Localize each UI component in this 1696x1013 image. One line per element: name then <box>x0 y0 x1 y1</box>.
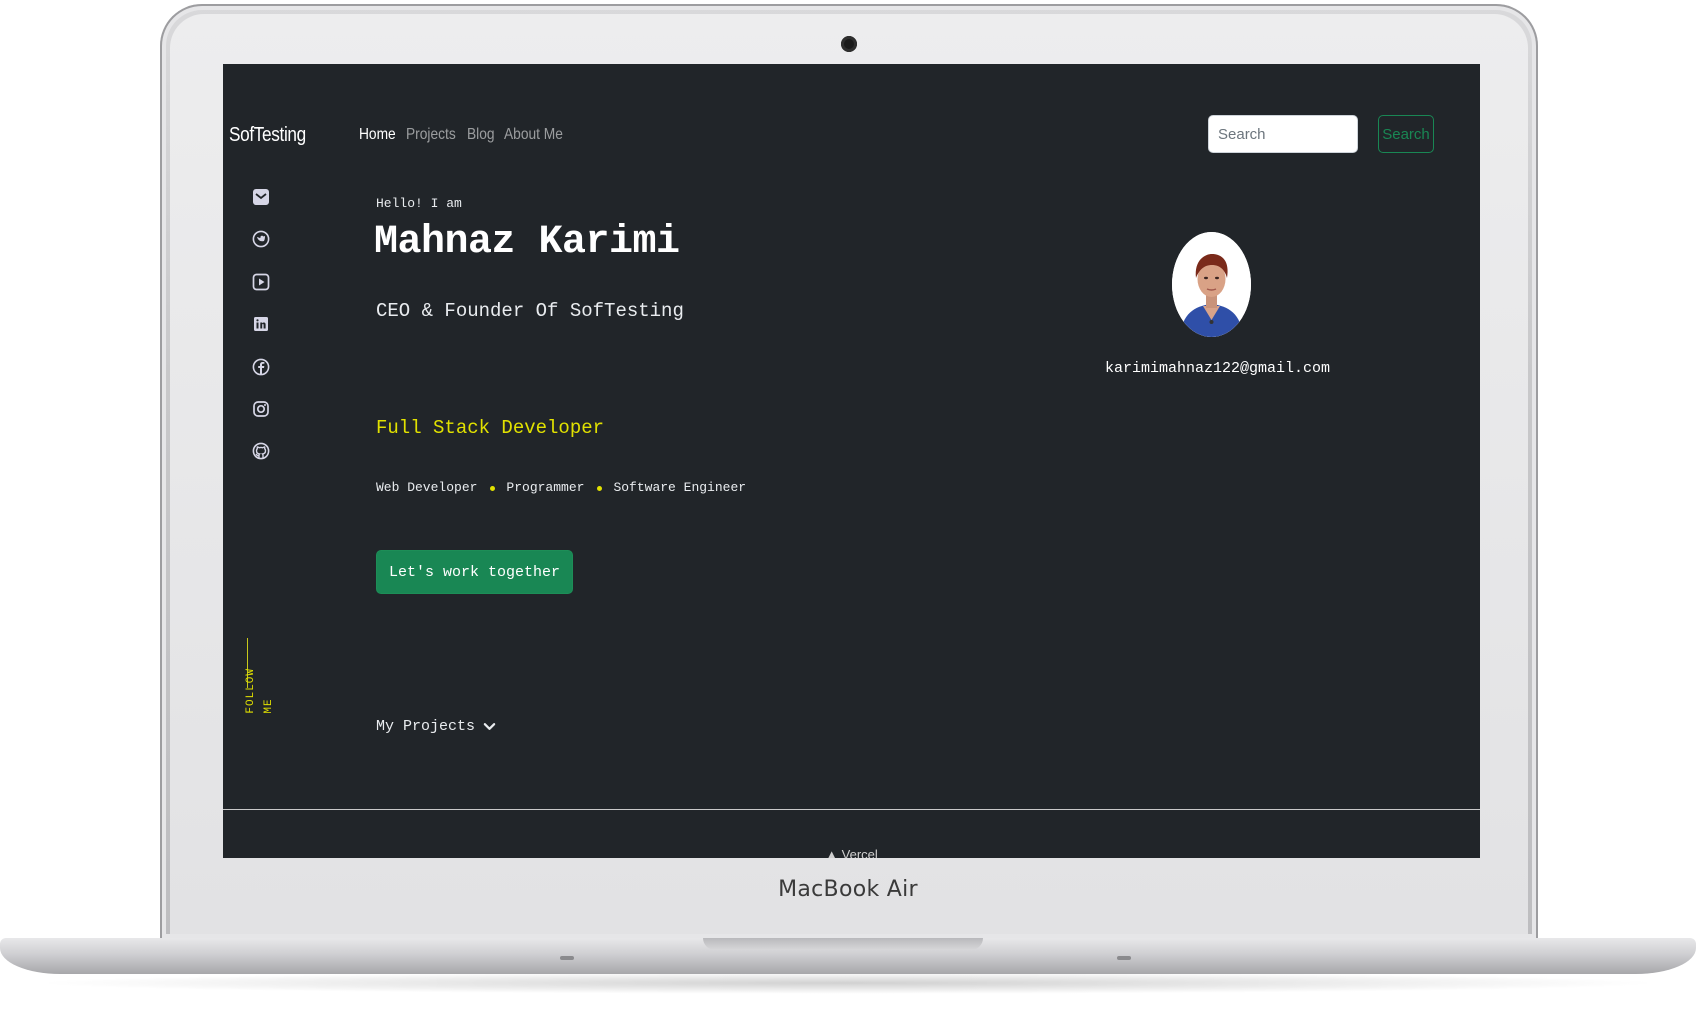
hero-title: CEO & Founder Of SofTesting <box>376 300 684 322</box>
youtube-icon[interactable] <box>252 273 270 291</box>
hero-name: Mahnaz Karimi <box>374 220 680 265</box>
laptop-hinge-notch <box>703 938 983 950</box>
device-label: MacBook Air <box>778 877 918 902</box>
hero-greeting: Hello! I am <box>376 196 462 211</box>
twitter-icon[interactable] <box>252 230 270 248</box>
linkedin-icon[interactable] <box>252 315 270 333</box>
navbar-links: Home Projects Blog About Me <box>359 126 564 144</box>
nav-link-home[interactable]: Home <box>359 126 396 144</box>
nav-link-blog[interactable]: Blog <box>467 126 495 144</box>
bullet-dot <box>490 486 496 491</box>
my-projects-link[interactable]: My Projects <box>376 718 496 735</box>
footer-vercel-badge[interactable]: ▲ Vercel <box>223 847 1480 858</box>
laptop-foot <box>1117 956 1131 960</box>
my-projects-label: My Projects <box>376 718 476 735</box>
facebook-icon[interactable] <box>252 358 270 376</box>
instagram-icon[interactable] <box>252 400 270 418</box>
footer-divider <box>223 809 1480 810</box>
profile-photo <box>1172 232 1251 337</box>
website-screen: SofTesting Home Projects Blog About Me S… <box>223 64 1480 858</box>
skill-item: Software Engineer <box>613 480 747 495</box>
search-input[interactable] <box>1208 115 1358 153</box>
hero-highlight: Full Stack Developer <box>376 417 605 439</box>
camera-icon <box>841 36 857 52</box>
navbar-brand[interactable]: SofTesting <box>229 124 306 147</box>
skill-item: Web Developer <box>376 480 478 495</box>
profile-email[interactable]: karimimahnaz122@gmail.com <box>1105 360 1330 377</box>
laptop-shadow <box>30 972 1666 994</box>
bullet-dot <box>597 486 603 491</box>
work-together-button[interactable]: Let's work together <box>376 550 573 594</box>
skills-list: Web Developer Programmer Software Engine… <box>376 480 746 495</box>
search-button[interactable]: Search <box>1378 115 1434 153</box>
chevron-down-icon <box>483 723 496 730</box>
nav-link-about-me[interactable]: About Me <box>504 126 563 144</box>
follow-me-label: FOLLOW ME <box>245 668 275 714</box>
github-icon[interactable] <box>252 442 270 460</box>
skill-item: Programmer <box>506 480 585 495</box>
laptop-foot <box>560 956 574 960</box>
profile-avatar <box>1172 232 1251 337</box>
nav-link-projects[interactable]: Projects <box>406 126 456 144</box>
mail-icon[interactable] <box>252 188 270 206</box>
